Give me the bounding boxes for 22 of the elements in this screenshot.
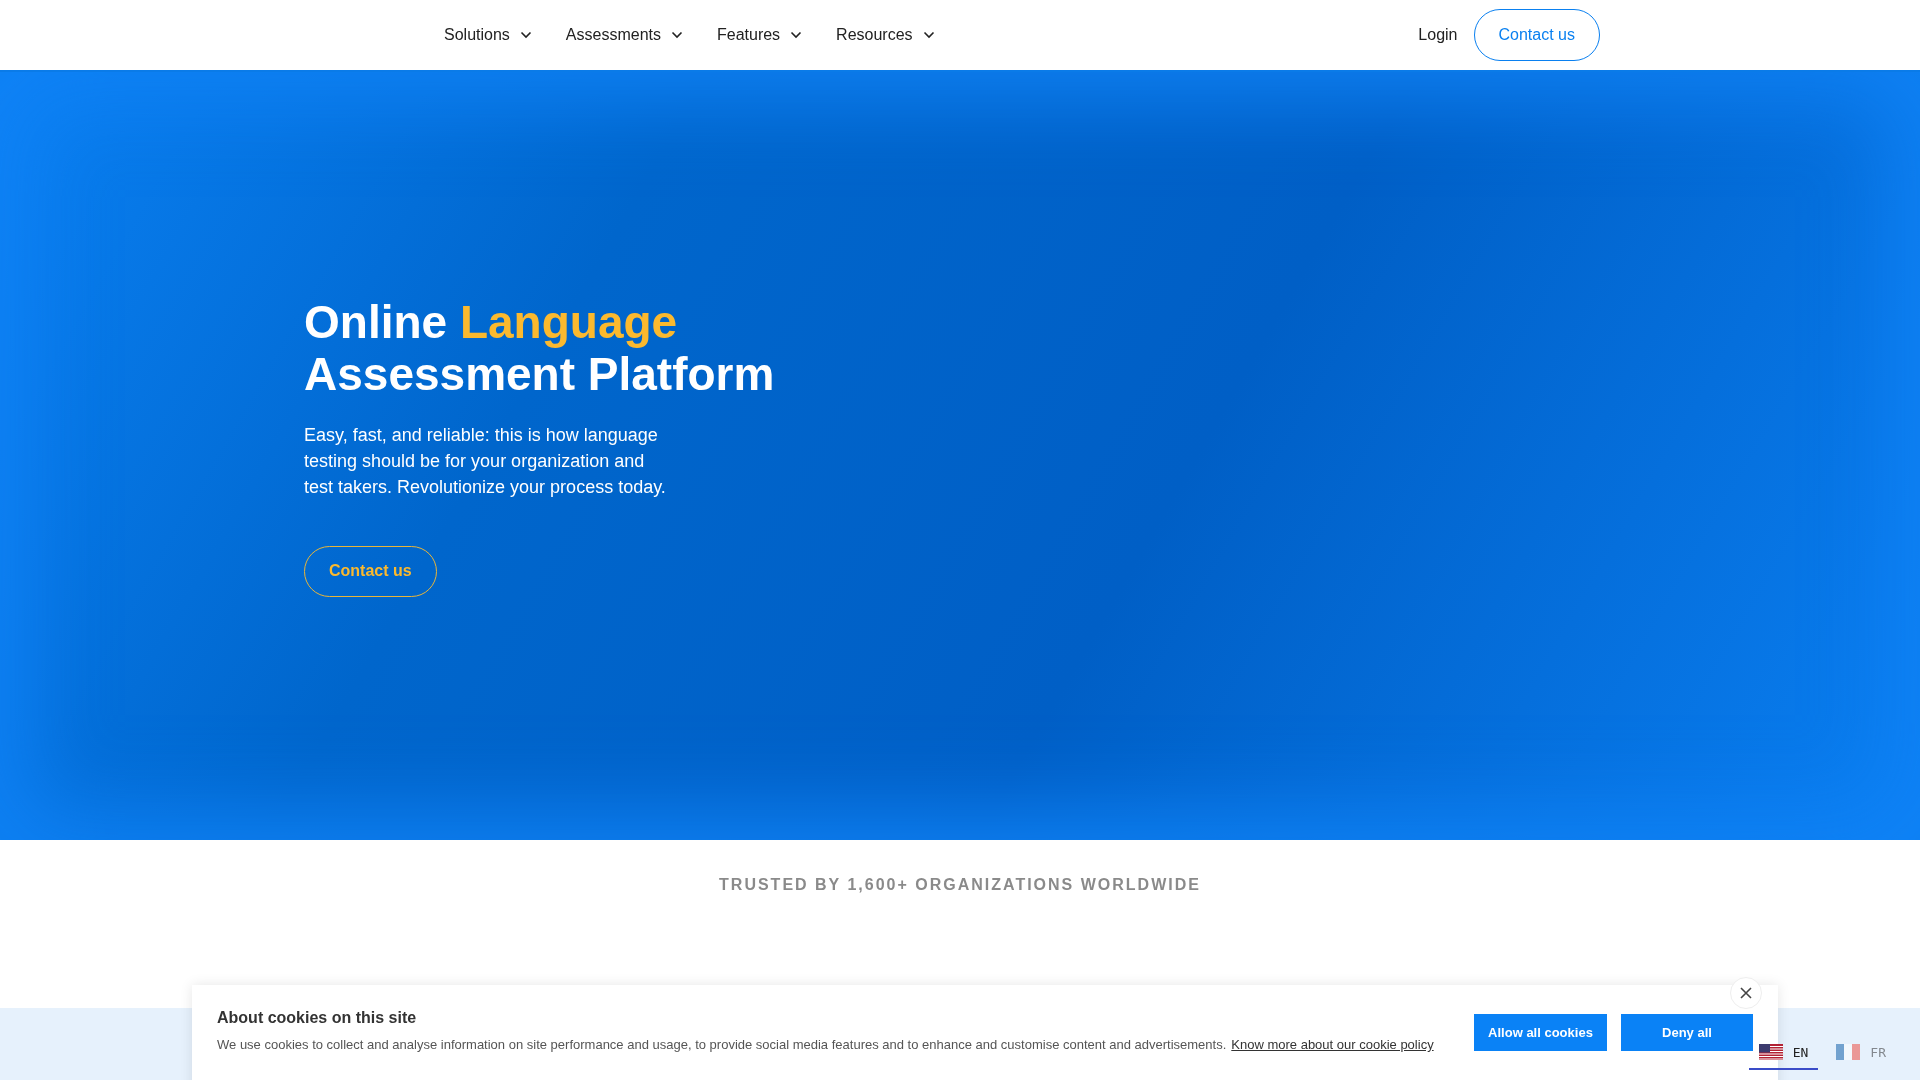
hero-description: Easy, fast, and reliable: this is how language testing should be for your organization and test takers. Revolutionize your process today. (304, 423, 667, 499)
hero-title: Online Language Assessment Platform (304, 295, 775, 400)
cookie-button[interactable]: Allow all cookies (1474, 1014, 1607, 1051)
trusted-heading: TRUSTED BY 1,600+ ORGANIZATIONS WORLDWIDE (719, 876, 1201, 895)
cookie-text: We use cookies to collect and analyse information on site performance and usage, to provide social media features and to enhance and customise content and advertisements. (217, 1037, 1227, 1052)
close-button[interactable] (1730, 977, 1762, 1009)
flag-icon (1836, 1044, 1861, 1060)
nav-menu-item[interactable]: Resources (836, 26, 935, 44)
chevron-down-icon (922, 31, 935, 39)
nav-menu-item[interactable]: Features (716, 26, 803, 44)
contact-button[interactable]: Contact us (1473, 9, 1600, 61)
close-icon (1739, 986, 1753, 1000)
chevron-down-icon (519, 31, 532, 39)
cookie-policy-link[interactable]: Know more about our cookie policy (1231, 1037, 1434, 1052)
nav-menu-item[interactable]: Solutions (444, 26, 532, 44)
chevron-down-icon (790, 31, 803, 39)
nav-menu-item[interactable]: Assessments (565, 26, 683, 44)
cookie-button[interactable]: Deny all (1621, 1014, 1753, 1051)
chevron-down-icon (670, 31, 683, 39)
login-link[interactable]: Login (1418, 26, 1458, 44)
cookie-title: About cookies on this site (217, 1009, 418, 1027)
language-option[interactable]: EN (1748, 1038, 1819, 1070)
